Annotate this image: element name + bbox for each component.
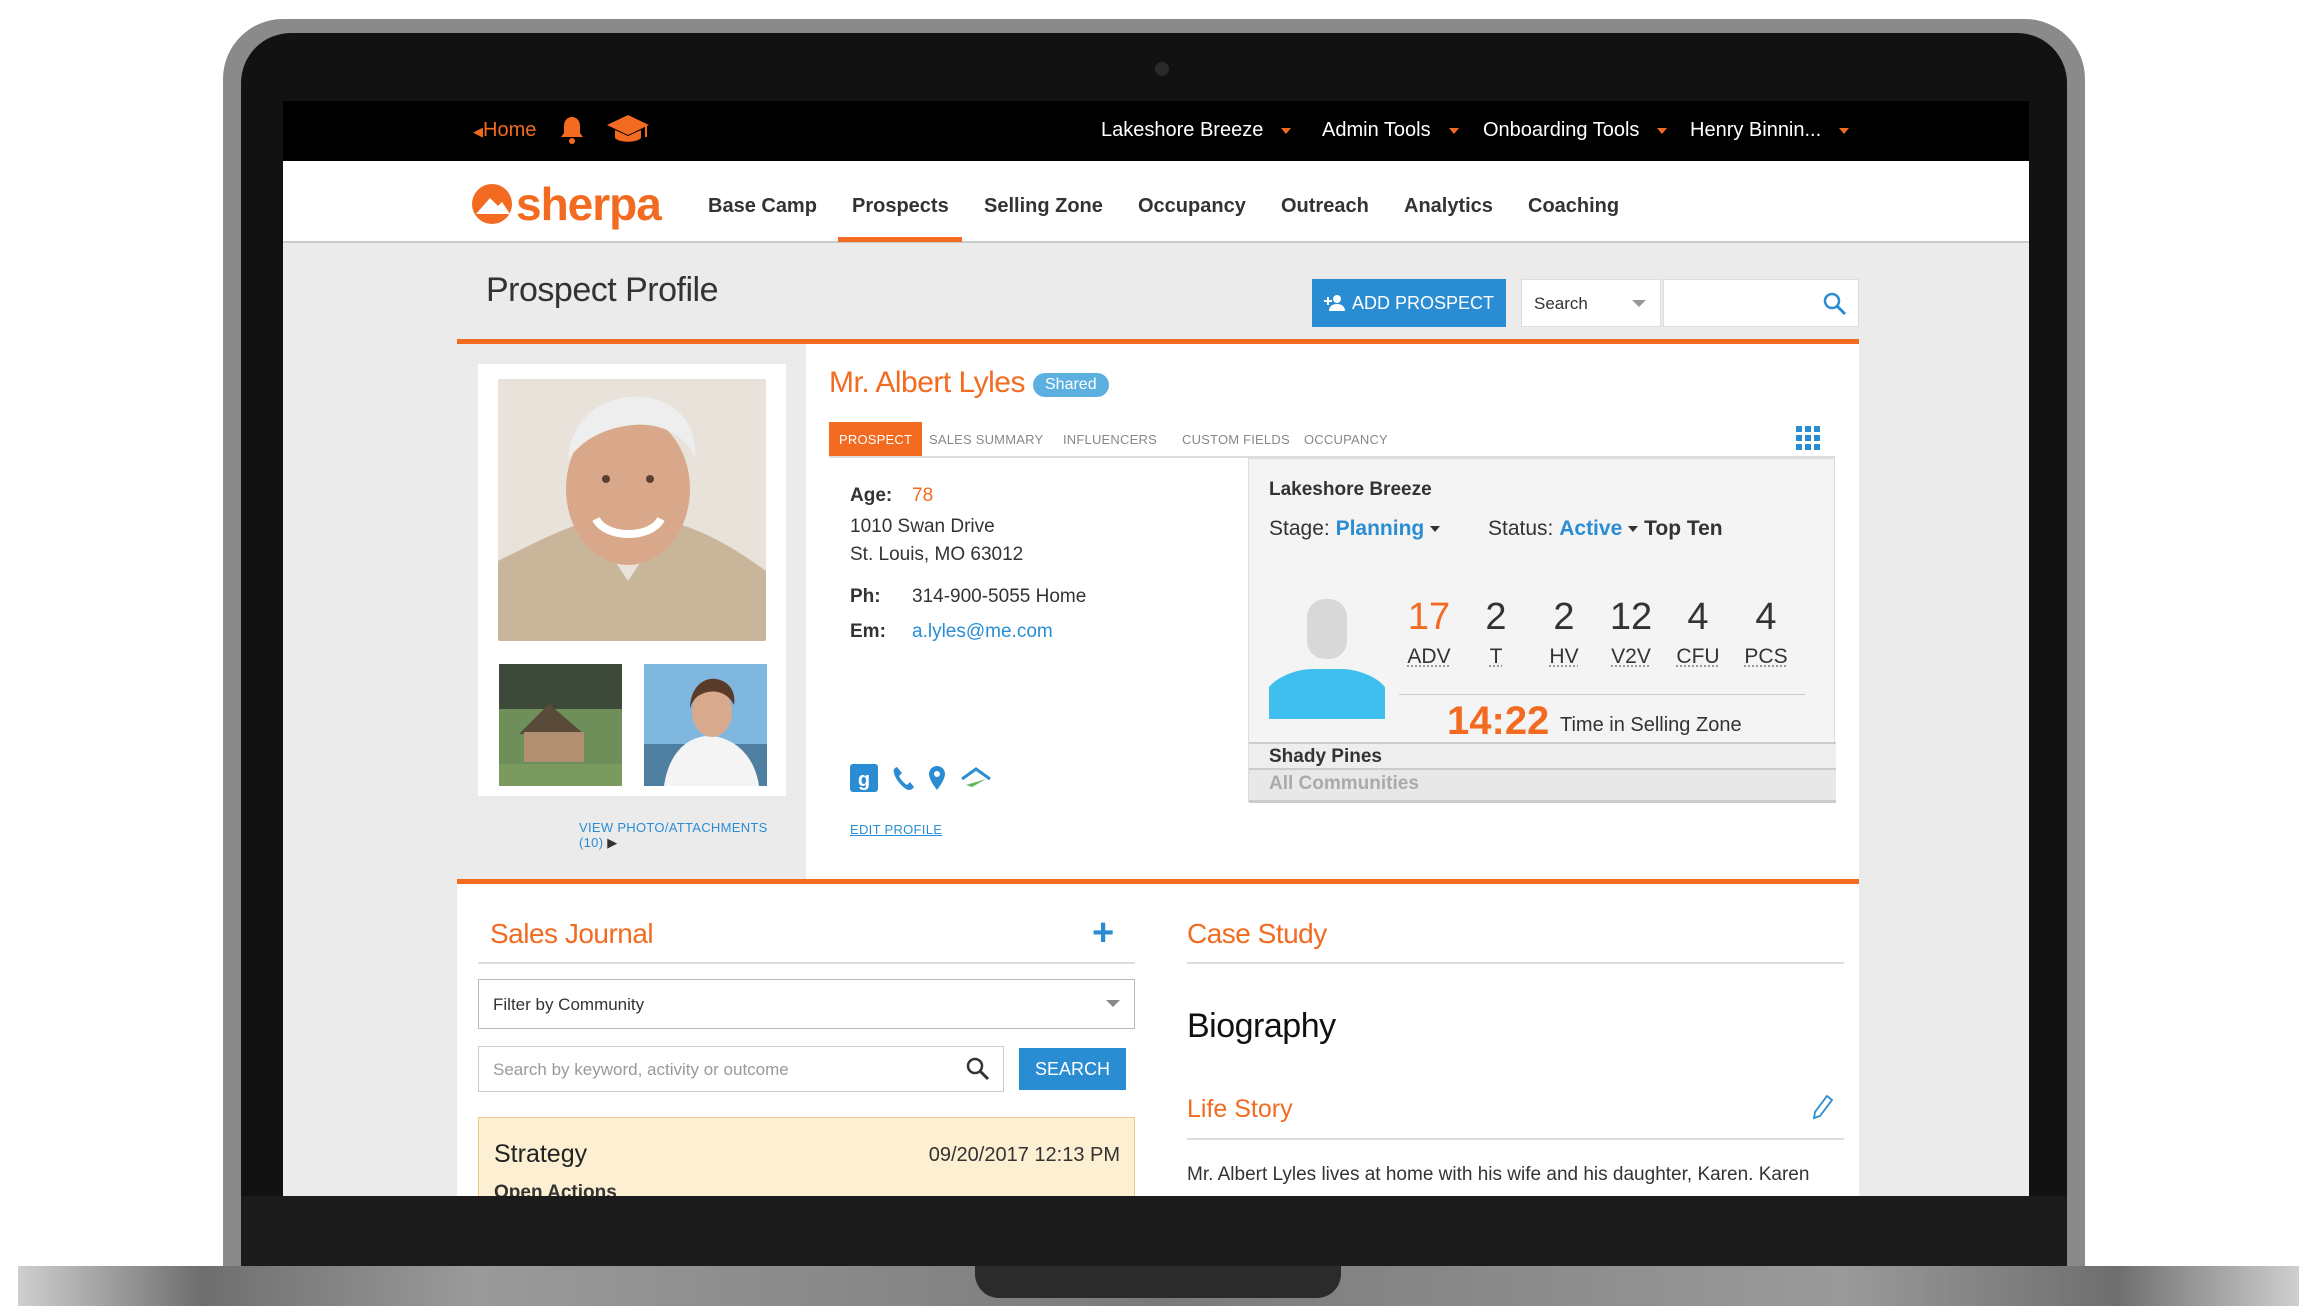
- nav-outreach[interactable]: Outreach: [1281, 195, 1369, 218]
- life-story-heading: Life Story: [1187, 1095, 1293, 1123]
- address-line-2: St. Louis, MO 63012: [850, 544, 1024, 565]
- prospect-name: Mr. Albert Lyles: [829, 366, 1025, 399]
- journal-search-button[interactable]: SEARCH: [1019, 1048, 1126, 1090]
- case-study-divider: [1187, 962, 1844, 964]
- top-ten-label: Top Ten: [1644, 517, 1723, 540]
- metric-pcs[interactable]: 4 PCS: [1736, 596, 1796, 669]
- house-photo[interactable]: [499, 664, 622, 786]
- community-name: Lakeshore Breeze: [1269, 479, 1432, 500]
- metric-adv[interactable]: 17 ADV: [1399, 596, 1459, 669]
- active-nav-indicator: [838, 237, 962, 242]
- chevron-down-icon: [1106, 1000, 1120, 1007]
- nav-base-camp[interactable]: Base Camp: [708, 195, 817, 218]
- view-photos-link[interactable]: VIEW PHOTO/ATTACHMENTS (10) ▶: [579, 820, 786, 851]
- search-icon[interactable]: [1822, 291, 1848, 317]
- photo-card: VIEW PHOTO/ATTACHMENTS (10) ▶: [478, 364, 786, 850]
- nav-analytics[interactable]: Analytics: [1404, 195, 1493, 218]
- bell-icon[interactable]: [558, 115, 586, 151]
- user-menu[interactable]: Henry Binnin...: [1690, 119, 1850, 142]
- email-row: Em: a.lyles@me.com: [850, 621, 1053, 642]
- entry-subtitle: Open Actions: [494, 1182, 617, 1196]
- email-link[interactable]: a.lyles@me.com: [912, 621, 1053, 642]
- community-all[interactable]: All Communities: [1249, 770, 1836, 803]
- google-icon[interactable]: g: [850, 764, 878, 792]
- onboarding-tools-menu[interactable]: Onboarding Tools: [1483, 119, 1668, 142]
- stage-dropdown[interactable]: Planning: [1336, 517, 1441, 540]
- edit-profile-link[interactable]: EDIT PROFILE: [850, 822, 942, 837]
- journal-divider: [478, 962, 1135, 964]
- top-bar: ◀Home Lakeshore Breeze Admin Tools Onboa…: [283, 101, 2029, 161]
- nav-occupancy[interactable]: Occupancy: [1138, 195, 1246, 218]
- metric-v2v[interactable]: 12 V2V: [1601, 596, 1661, 669]
- admin-tools-menu[interactable]: Admin Tools: [1322, 119, 1459, 142]
- tab-occupancy[interactable]: OCCUPANCY: [1304, 422, 1388, 456]
- nav-prospects[interactable]: Prospects: [852, 195, 949, 218]
- mountain-icon: [472, 184, 512, 224]
- sales-journal-title: Sales Journal: [490, 918, 654, 949]
- zillow-icon[interactable]: [960, 767, 992, 789]
- photo-column: VIEW PHOTO/ATTACHMENTS (10) ▶: [457, 344, 806, 879]
- add-journal-icon[interactable]: +: [1092, 912, 1114, 955]
- metric-divider: [1399, 694, 1805, 695]
- journal-search-input[interactable]: Search by keyword, activity or outcome: [478, 1046, 1004, 1092]
- metric-cfu[interactable]: 4 CFU: [1668, 596, 1728, 669]
- phone-icon[interactable]: [892, 765, 914, 791]
- journal-entry[interactable]: Strategy 09/20/2017 12:13 PM Open Action…: [478, 1117, 1135, 1196]
- status-dropdown[interactable]: Active: [1559, 517, 1639, 540]
- nav-coaching[interactable]: Coaching: [1528, 195, 1619, 218]
- stage-row: Stage: Planning: [1269, 517, 1441, 541]
- tab-influencers[interactable]: INFLUENCERS: [1063, 422, 1157, 456]
- page-title: Prospect Profile: [486, 271, 719, 309]
- grid-menu-icon[interactable]: [1796, 426, 1820, 450]
- case-study-title: Case Study: [1187, 918, 1327, 949]
- community-menu[interactable]: Lakeshore Breeze: [1101, 119, 1292, 142]
- header-search-input[interactable]: [1663, 279, 1859, 327]
- life-story-divider: [1187, 1138, 1844, 1140]
- laptop-notch: [975, 1266, 1341, 1298]
- age-row: Age: 78: [850, 485, 934, 506]
- metric-t[interactable]: 2T: [1466, 596, 1526, 669]
- community-filter-select[interactable]: Filter by Community: [478, 979, 1135, 1029]
- pencil-icon[interactable]: [1812, 1094, 1834, 1120]
- selling-zone-time: 14:22: [1447, 699, 1550, 743]
- graduation-cap-icon[interactable]: [605, 113, 651, 153]
- entry-title: Strategy: [494, 1140, 588, 1168]
- svg-text:g: g: [858, 769, 870, 791]
- search-icon[interactable]: [965, 1056, 991, 1082]
- profile-tabs: PROSPECT SALES SUMMARY INFLUENCERS CUSTO…: [829, 422, 1835, 458]
- status-row: Status: Active Top Ten: [1488, 517, 1723, 540]
- profile-panel: VIEW PHOTO/ATTACHMENTS (10) ▶ Mr. Albert…: [457, 344, 1859, 879]
- selling-zone-label: Time in Selling Zone: [1560, 714, 1742, 736]
- tab-custom-fields[interactable]: CUSTOM FIELDS: [1182, 422, 1290, 456]
- home-link[interactable]: ◀Home: [473, 119, 536, 142]
- add-prospect-button[interactable]: ADD PROSPECT: [1312, 279, 1506, 327]
- nav-selling-zone[interactable]: Selling Zone: [984, 195, 1103, 218]
- bottom-panel: Sales Journal + Filter by Community Sear…: [457, 884, 1859, 1196]
- avatar-placeholder-icon: [1269, 599, 1385, 719]
- search-type-select[interactable]: Search: [1521, 279, 1661, 327]
- shared-badge: Shared: [1033, 373, 1109, 397]
- app-screen: ◀Home Lakeshore Breeze Admin Tools Onboa…: [283, 101, 2029, 1196]
- life-story-text: Mr. Albert Lyles lives at home with his …: [1187, 1164, 1810, 1185]
- sherpa-logo[interactable]: sherpa: [470, 177, 662, 231]
- community-shady-pines[interactable]: Shady Pines: [1249, 742, 1836, 770]
- phone-row: Ph: 314-900-5055 Home: [850, 586, 1087, 607]
- address-line-1: 1010 Swan Drive: [850, 516, 995, 537]
- metric-hv[interactable]: 2 HV: [1534, 596, 1594, 669]
- map-pin-icon[interactable]: [928, 765, 946, 791]
- chevron-down-icon: [1632, 300, 1646, 307]
- prospect-photo[interactable]: [498, 379, 766, 641]
- community-card: Lakeshore Breeze Stage: Planning Status:…: [1248, 458, 1836, 803]
- laptop-chin: [241, 1196, 2067, 1266]
- entry-date: 09/20/2017 12:13 PM: [928, 1144, 1120, 1166]
- contact-icons: g: [850, 764, 992, 792]
- biography-heading: Biography: [1187, 1007, 1336, 1045]
- spouse-photo[interactable]: [644, 664, 767, 786]
- tab-prospect[interactable]: PROSPECT: [829, 422, 923, 456]
- main-nav: sherpa Base Camp Prospects Selling Zone …: [283, 161, 2029, 243]
- add-user-icon: [1323, 295, 1345, 311]
- tab-sales-summary[interactable]: SALES SUMMARY: [929, 422, 1043, 456]
- webcam: [1155, 62, 1169, 76]
